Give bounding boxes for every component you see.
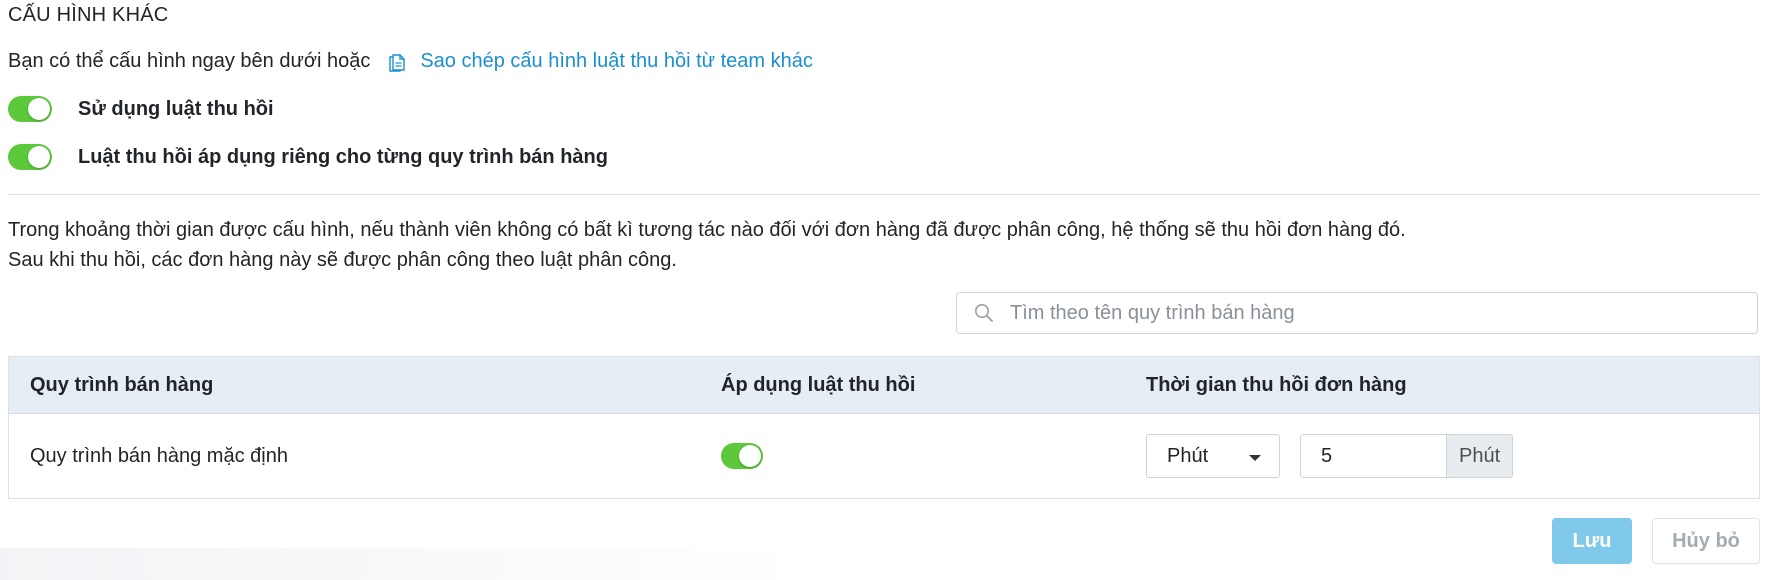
per-process-rule-toggle[interactable] [8,144,52,170]
section-title: CẤU HÌNH KHÁC [8,4,169,26]
duration-input-group: Phút [1300,434,1514,478]
per-process-rule-row: Luật thu hồi áp dụng riêng cho từng quy … [8,144,608,170]
toggle-knob [739,445,761,467]
table-row: Quy trình bán hàng mặc định Phút Phút [9,414,1759,498]
apply-recall-toggle[interactable] [721,443,763,469]
intro-line: Bạn có thể cấu hình ngay bên dưới hoặc S… [8,50,813,73]
time-unit-select[interactable]: Phút [1146,434,1280,478]
divider [8,194,1760,195]
chevron-down-icon [1249,455,1261,461]
column-header-process: Quy trình bán hàng [30,373,214,396]
search-icon [975,304,993,322]
intro-text: Bạn có thể cấu hình ngay bên dưới hoặc [8,50,371,72]
description-line-2: Sau khi thu hồi, các đơn hàng này sẽ đượ… [8,249,677,271]
recall-time-cell: Phút Phút [1146,434,1759,478]
duration-input[interactable] [1300,434,1446,478]
description: Trong khoảng thời gian được cấu hình, nế… [8,215,1406,275]
search-box [956,292,1758,334]
column-header-apply: Áp dụng luật thu hồi [721,373,916,396]
copy-config-link[interactable]: Sao chép cấu hình luật thu hồi từ team k… [388,50,813,73]
description-line-1: Trong khoảng thời gian được cấu hình, nế… [8,219,1406,241]
apply-cell [721,443,1146,469]
column-header-recall-time: Thời gian thu hồi đơn hàng [1146,373,1407,396]
duration-unit-addon: Phút [1446,434,1514,478]
use-recall-rule-label: Sử dụng luật thu hồi [78,97,274,120]
copy-config-link-label: Sao chép cấu hình luật thu hồi từ team k… [420,50,813,72]
cancel-button[interactable]: Hủy bỏ [1652,518,1760,564]
process-name-cell: Quy trình bán hàng mặc định [30,444,288,467]
sales-process-table: Quy trình bán hàng Áp dụng luật thu hồi … [8,356,1760,499]
search-input[interactable] [1008,300,1757,326]
save-button[interactable]: Lưu [1552,518,1632,564]
table-header: Quy trình bán hàng Áp dụng luật thu hồi … [9,357,1759,414]
bottom-shadow [0,548,1786,580]
per-process-rule-label: Luật thu hồi áp dụng riêng cho từng quy … [78,145,608,168]
toggle-knob [28,98,50,120]
time-unit-selected: Phút [1167,444,1209,467]
toggle-knob [28,146,50,168]
use-recall-rule-row: Sử dụng luật thu hồi [8,96,274,122]
copy-document-icon [389,53,406,72]
recall-settings-panel: CẤU HÌNH KHÁC Bạn có thể cấu hình ngay b… [0,0,1786,580]
use-recall-rule-toggle[interactable] [8,96,52,122]
